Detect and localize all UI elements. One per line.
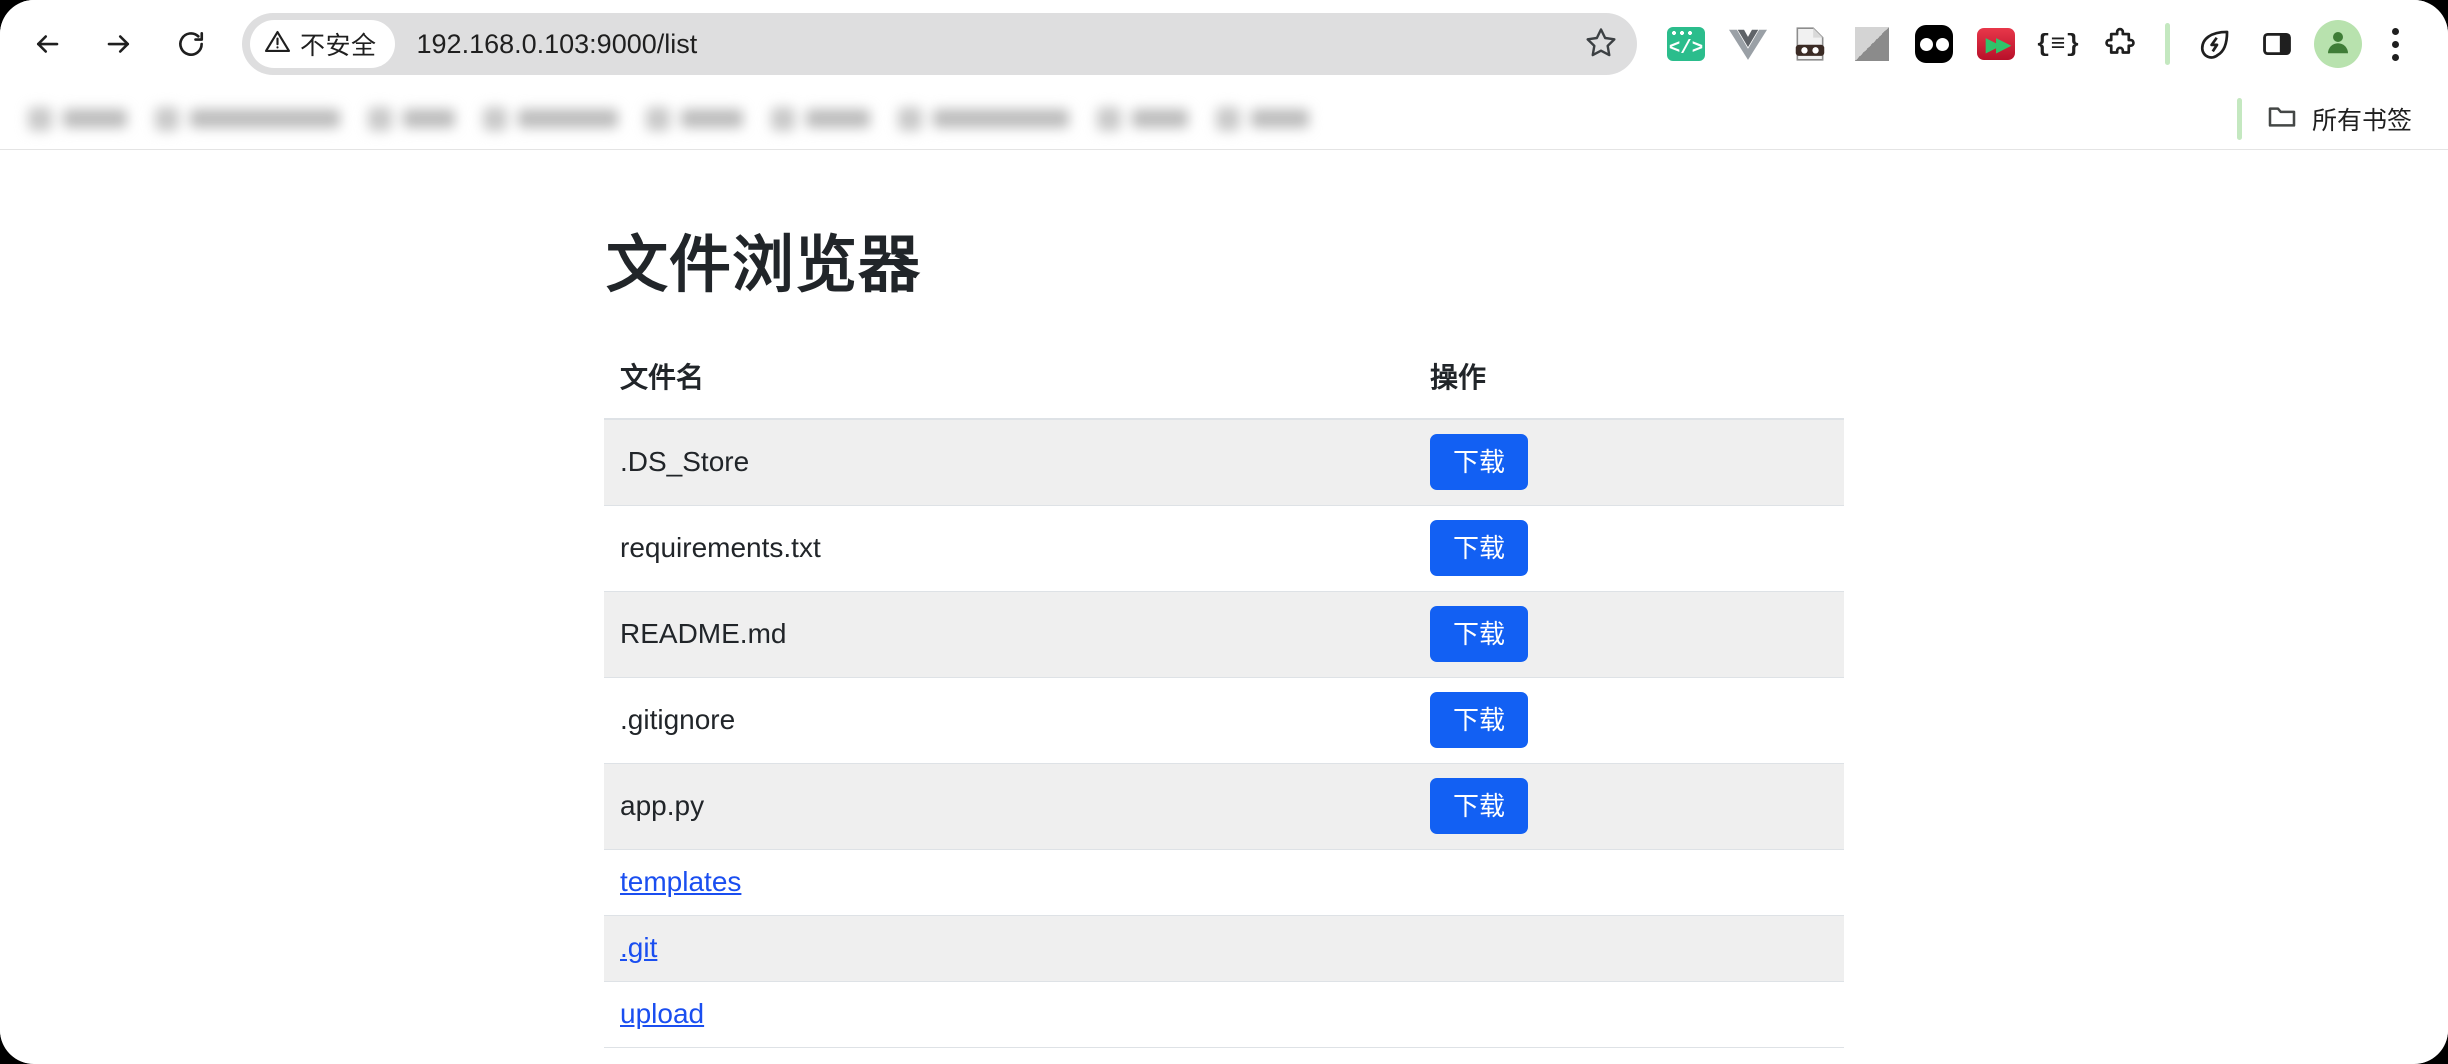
- two-dots-extension-icon[interactable]: [1903, 15, 1965, 73]
- bookmark-item[interactable]: [354, 97, 469, 141]
- address-bar[interactable]: 不安全 192.168.0.103:9000/list: [242, 13, 1637, 75]
- column-header-action: 操作: [1414, 356, 1844, 419]
- file-action-cell: 下载: [1414, 505, 1844, 591]
- json-formatter-extension-icon[interactable]: {≡}: [2027, 15, 2089, 73]
- file-action-cell: [1414, 981, 1844, 1047]
- reload-icon: [176, 29, 206, 59]
- three-dot-menu-icon[interactable]: [2368, 15, 2422, 73]
- directory-name-cell: .git: [604, 915, 1414, 981]
- favicon-icon: [898, 107, 922, 131]
- bookmark-item[interactable]: [1083, 97, 1202, 141]
- gray-square-extension-icon[interactable]: [1841, 15, 1903, 73]
- bookmark-item[interactable]: [14, 97, 141, 141]
- bookmarks-bar-right: 所有书签: [2223, 96, 2422, 142]
- bookmark-item[interactable]: [632, 97, 757, 141]
- profile-avatar[interactable]: [2314, 20, 2362, 68]
- json-formatter-glyph: {≡}: [2035, 30, 2080, 59]
- favicon-icon: [1097, 107, 1121, 131]
- favicon-icon: [155, 107, 179, 131]
- file-browser-content: 文件浏览器 文件名 操作 .DS_Store 下载: [604, 214, 1844, 1048]
- security-status-label: 不安全: [300, 26, 377, 62]
- browser-toolbar: 不安全 192.168.0.103:9000/list </>: [0, 0, 2448, 88]
- bookmarks-divider: [2237, 98, 2242, 140]
- all-bookmarks-button[interactable]: 所有书签: [2256, 96, 2422, 142]
- table-row: app.py 下载: [604, 763, 1844, 849]
- directory-link[interactable]: templates: [620, 866, 741, 897]
- masked-document-extension-icon[interactable]: [1779, 15, 1841, 73]
- table-row: templates: [604, 849, 1844, 915]
- back-button[interactable]: [18, 15, 76, 73]
- table-row: .DS_Store 下载: [604, 419, 1844, 505]
- file-name-cell: README.md: [604, 591, 1414, 677]
- page-title: 文件浏览器: [606, 214, 1844, 304]
- bookmark-star-button[interactable]: [1575, 18, 1627, 70]
- table-header-row: 文件名 操作: [604, 356, 1844, 419]
- bookmark-item[interactable]: [884, 97, 1083, 141]
- table-body: .DS_Store 下载 requirements.txt 下载 README.…: [604, 419, 1844, 1047]
- file-action-cell: 下载: [1414, 591, 1844, 677]
- favicon-icon: [1216, 107, 1240, 131]
- directory-link[interactable]: upload: [620, 998, 704, 1029]
- file-action-cell: 下载: [1414, 763, 1844, 849]
- warning-triangle-icon: [264, 28, 291, 60]
- directory-name-cell: upload: [604, 981, 1414, 1047]
- favicon-icon: [483, 107, 507, 131]
- vue-devtools-extension-icon[interactable]: [1717, 15, 1779, 73]
- fast-forward-glyph: ▶▶: [1977, 28, 2015, 60]
- all-bookmarks-label: 所有书签: [2312, 101, 2412, 137]
- bookmark-item[interactable]: [469, 97, 632, 141]
- table-row: .git: [604, 915, 1844, 981]
- bookmark-item[interactable]: [1202, 97, 1323, 141]
- file-table: 文件名 操作 .DS_Store 下载 requirements.txt: [604, 356, 1844, 1048]
- file-name-cell: requirements.txt: [604, 505, 1414, 591]
- file-action-cell: 下载: [1414, 677, 1844, 763]
- favicon-icon: [646, 107, 670, 131]
- download-button[interactable]: 下载: [1430, 520, 1528, 576]
- avatar-icon: [2323, 27, 2353, 62]
- side-panel-icon[interactable]: [2246, 15, 2308, 73]
- code-viewer-extension-icon[interactable]: </>: [1655, 15, 1717, 73]
- fast-forward-extension-icon[interactable]: ▶▶: [1965, 15, 2027, 73]
- file-name-cell: .DS_Store: [604, 419, 1414, 505]
- download-button[interactable]: 下载: [1430, 434, 1528, 490]
- security-status-chip[interactable]: 不安全: [250, 20, 395, 68]
- table-header: 文件名 操作: [604, 356, 1844, 419]
- arrow-left-icon: [32, 29, 62, 59]
- directory-link[interactable]: .git: [620, 932, 657, 963]
- page-viewport: 文件浏览器 文件名 操作 .DS_Store 下载: [0, 150, 2448, 1063]
- bookmark-items: [14, 97, 2223, 141]
- bookmarks-bar: 所有书签: [0, 88, 2448, 150]
- folder-icon: [2266, 100, 2298, 137]
- file-action-cell: [1414, 915, 1844, 981]
- download-button[interactable]: 下载: [1430, 692, 1528, 748]
- table-row: upload: [604, 981, 1844, 1047]
- table-row: .gitignore 下载: [604, 677, 1844, 763]
- table-row: README.md 下载: [604, 591, 1844, 677]
- file-name-cell: app.py: [604, 763, 1414, 849]
- star-icon: [1585, 26, 1617, 63]
- reload-button[interactable]: [162, 15, 220, 73]
- file-action-cell: [1414, 849, 1844, 915]
- download-button[interactable]: 下载: [1430, 778, 1528, 834]
- directory-name-cell: templates: [604, 849, 1414, 915]
- column-header-filename: 文件名: [604, 356, 1414, 419]
- performance-leaf-icon[interactable]: [2184, 15, 2246, 73]
- url-text[interactable]: 192.168.0.103:9000/list: [417, 29, 1575, 60]
- extension-icon-strip: </>: [1655, 15, 2151, 73]
- code-viewer-glyph: </>: [1669, 35, 1703, 61]
- forward-button[interactable]: [90, 15, 148, 73]
- favicon-icon: [28, 107, 52, 131]
- favicon-icon: [771, 107, 795, 131]
- table-row: requirements.txt 下载: [604, 505, 1844, 591]
- file-name-cell: .gitignore: [604, 677, 1414, 763]
- download-button[interactable]: 下载: [1430, 606, 1528, 662]
- file-action-cell: 下载: [1414, 419, 1844, 505]
- bookmark-item[interactable]: [141, 97, 354, 141]
- extensions-puzzle-icon[interactable]: [2089, 15, 2151, 73]
- toolbar-divider: [2165, 23, 2170, 65]
- favicon-icon: [368, 107, 392, 131]
- arrow-right-icon: [104, 29, 134, 59]
- bookmark-item[interactable]: [757, 97, 884, 141]
- browser-window: 不安全 192.168.0.103:9000/list </>: [0, 0, 2448, 1064]
